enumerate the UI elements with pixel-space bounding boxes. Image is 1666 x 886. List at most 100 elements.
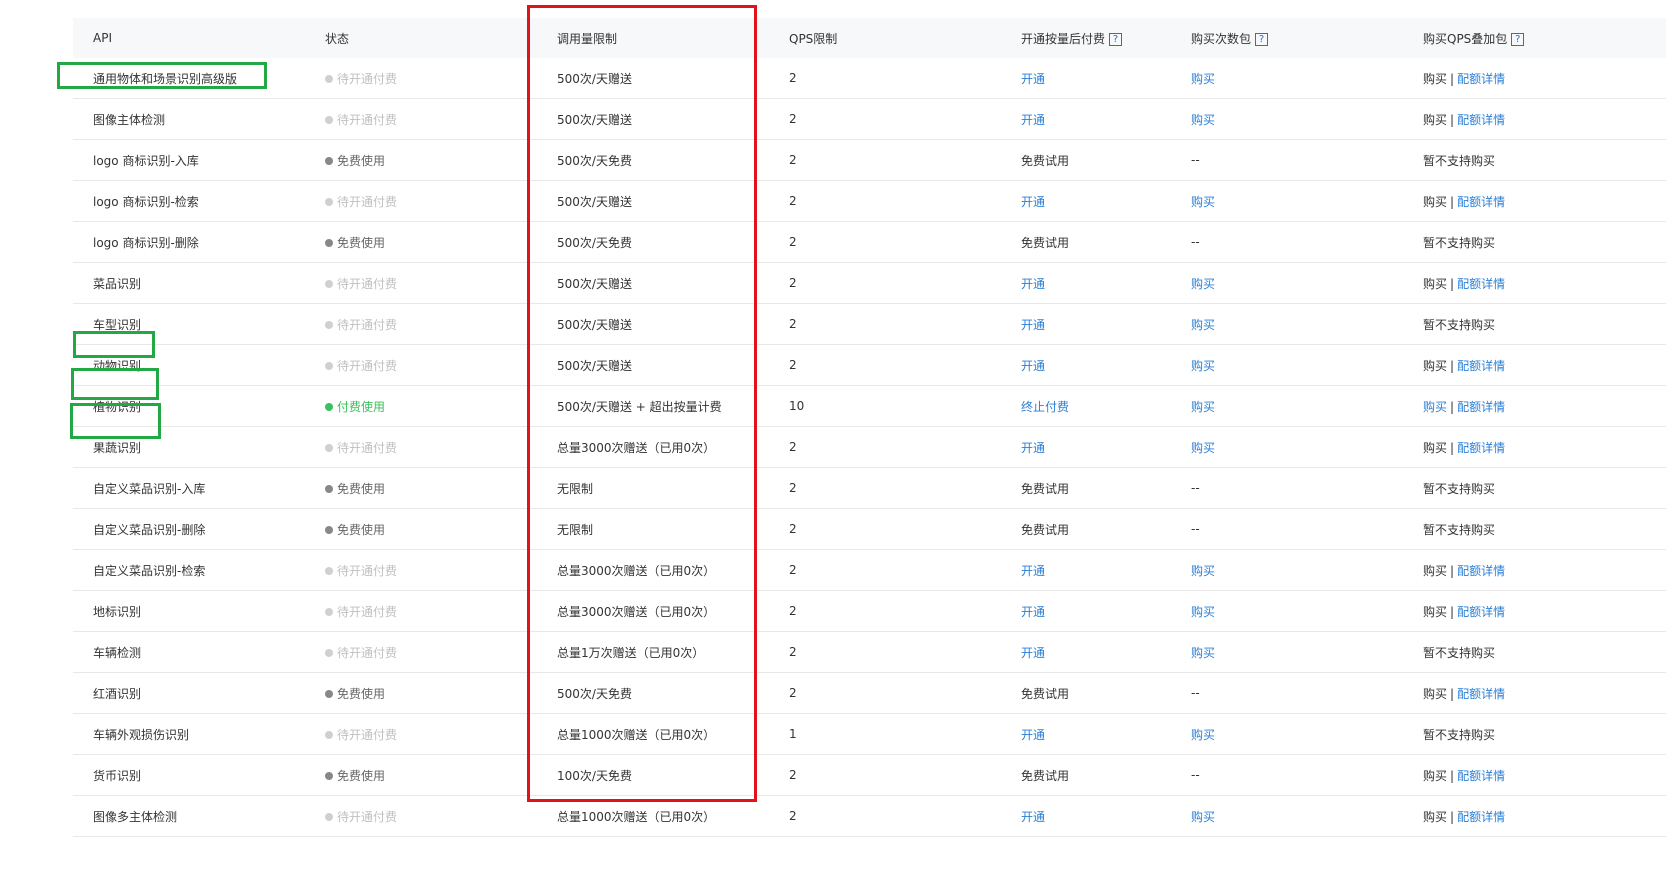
buy-qps-pack-link[interactable]: 购买: [1423, 687, 1447, 701]
postpaid-link[interactable]: 开通: [1001, 180, 1171, 222]
help-icon[interactable]: ?: [1511, 32, 1525, 46]
qps-pack-unsupported: 暂不支持购买: [1423, 522, 1496, 537]
table-row: 车辆外观损伤识别 待开通付费 总量1000次赠送（已用0次） 1 开通 购买 暂不支持购买: [73, 713, 1666, 755]
postpaid-text: 免费试用: [1001, 508, 1171, 550]
table-row: 自定义菜品识别-检索 待开通付费 总量3000次赠送（已用0次） 2 开通 购买 购买 | 配额…: [73, 549, 1666, 591]
buy-qps-pack-link[interactable]: 购买: [1423, 769, 1447, 783]
table-row: 车型识别 待开通付费 500次/天赠送 2 开通 购买 暂不支持购买: [73, 303, 1666, 345]
api-name: 自定义菜品识别-入库: [73, 467, 305, 509]
buy-qps-pack-link[interactable]: 购买: [1423, 113, 1447, 127]
status-badge: 免费使用: [305, 221, 537, 263]
buy-pack-link[interactable]: 购买: [1171, 549, 1403, 591]
quota-detail-link[interactable]: 配额详情: [1457, 810, 1505, 824]
qps-limit: 2: [769, 631, 1001, 673]
qps-limit: 2: [769, 139, 1001, 181]
api-quota-table-wrap: API 状态 调用量限制 QPS限制 开通按量后付费? 购买次数包? 购买QPS…: [73, 18, 1666, 837]
separator: |: [1450, 686, 1455, 701]
buy-qps-pack-link[interactable]: 购买: [1423, 441, 1447, 455]
api-name: 动物识别: [73, 344, 305, 386]
header-qps-pack: 购买QPS叠加包?: [1403, 18, 1666, 58]
postpaid-link[interactable]: 开通: [1001, 262, 1171, 304]
status-text: 待开通付费: [337, 194, 398, 209]
quota-limit: 无限制: [537, 508, 769, 550]
table-row: 通用物体和场景识别高级版 待开通付费 500次/天赠送 2 开通 购买 购买 | 配额详情: [73, 58, 1666, 99]
postpaid-text: 免费试用: [1001, 139, 1171, 181]
buy-qps-pack-link[interactable]: 购买: [1423, 810, 1447, 824]
buy-pack-none: --: [1171, 467, 1403, 509]
buy-pack-link[interactable]: 购买: [1171, 98, 1403, 140]
status-dot-icon: [325, 649, 333, 657]
postpaid-link[interactable]: 开通: [1001, 713, 1171, 755]
buy-pack-link[interactable]: 购买: [1171, 631, 1403, 673]
quota-detail-link[interactable]: 配额详情: [1457, 277, 1505, 291]
postpaid-link[interactable]: 终止付费: [1001, 385, 1171, 427]
buy-qps-pack-link[interactable]: 购买: [1423, 400, 1447, 414]
buy-pack-link[interactable]: 购买: [1171, 385, 1403, 427]
quota-detail-link[interactable]: 配额详情: [1457, 400, 1505, 414]
quota-detail-link[interactable]: 配额详情: [1457, 195, 1505, 209]
buy-qps-pack-link[interactable]: 购买: [1423, 359, 1447, 373]
postpaid-link[interactable]: 开通: [1001, 303, 1171, 345]
quota-detail-link[interactable]: 配额详情: [1457, 113, 1505, 127]
buy-pack-link[interactable]: 购买: [1171, 426, 1403, 468]
quota-detail-link[interactable]: 配额详情: [1457, 441, 1505, 455]
status-badge: 免费使用: [305, 508, 537, 550]
postpaid-link[interactable]: 开通: [1001, 795, 1171, 837]
buy-qps-pack-link[interactable]: 购买: [1423, 195, 1447, 209]
status-dot-icon: [325, 239, 333, 247]
buy-pack-link[interactable]: 购买: [1171, 590, 1403, 632]
postpaid-link[interactable]: 开通: [1001, 426, 1171, 468]
buy-pack-link[interactable]: 购买: [1171, 262, 1403, 304]
buy-pack-none: --: [1171, 221, 1403, 263]
table-row: logo 商标识别-检索 待开通付费 500次/天赠送 2 开通 购买 购买 | 配额详情: [73, 180, 1666, 222]
qps-limit: 2: [769, 590, 1001, 632]
quota-limit: 总量3000次赠送（已用0次）: [537, 590, 769, 632]
api-name: 通用物体和场景识别高级版: [73, 58, 305, 99]
postpaid-link[interactable]: 开通: [1001, 98, 1171, 140]
buy-pack-link[interactable]: 购买: [1171, 58, 1403, 99]
buy-qps-pack-link[interactable]: 购买: [1423, 277, 1447, 291]
qps-limit: 2: [769, 221, 1001, 263]
postpaid-link[interactable]: 开通: [1001, 549, 1171, 591]
buy-pack-none: --: [1171, 139, 1403, 181]
buy-pack-link[interactable]: 购买: [1171, 344, 1403, 386]
postpaid-text: 免费试用: [1001, 754, 1171, 796]
status-text: 待开通付费: [337, 645, 398, 660]
buy-pack-link[interactable]: 购买: [1171, 795, 1403, 837]
quota-detail-link[interactable]: 配额详情: [1457, 359, 1505, 373]
status-badge: 待开通付费: [305, 344, 537, 386]
quota-detail-link[interactable]: 配额详情: [1457, 72, 1505, 86]
postpaid-link[interactable]: 开通: [1001, 58, 1171, 99]
postpaid-text: 免费试用: [1001, 672, 1171, 714]
status-dot-icon: [325, 608, 333, 616]
status-text: 免费使用: [337, 686, 386, 701]
qps-pack-unsupported: 暂不支持购买: [1423, 153, 1496, 168]
help-icon[interactable]: ?: [1109, 32, 1123, 46]
help-icon[interactable]: ?: [1255, 32, 1269, 46]
qps-limit: 1: [769, 713, 1001, 755]
separator: |: [1450, 604, 1455, 619]
api-name: 菜品识别: [73, 262, 305, 304]
buy-qps-pack-link[interactable]: 购买: [1423, 72, 1447, 86]
status-text: 付费使用: [337, 399, 386, 414]
buy-qps-pack-link[interactable]: 购买: [1423, 605, 1447, 619]
status-badge: 待开通付费: [305, 590, 537, 632]
buy-pack-link[interactable]: 购买: [1171, 180, 1403, 222]
status-text: 待开通付费: [337, 440, 398, 455]
quota-limit: 无限制: [537, 467, 769, 509]
quota-detail-link[interactable]: 配额详情: [1457, 769, 1505, 783]
header-postpaid-label: 开通按量后付费: [1021, 31, 1106, 46]
status-text: 待开通付费: [337, 604, 398, 619]
buy-pack-link[interactable]: 购买: [1171, 303, 1403, 345]
quota-limit: 500次/天赠送: [537, 98, 769, 140]
postpaid-link[interactable]: 开通: [1001, 631, 1171, 673]
quota-detail-link[interactable]: 配额详情: [1457, 605, 1505, 619]
quota-detail-link[interactable]: 配额详情: [1457, 687, 1505, 701]
postpaid-link[interactable]: 开通: [1001, 590, 1171, 632]
table-row: logo 商标识别-入库 免费使用 500次/天免费 2 免费试用 -- 暂不支持购买: [73, 139, 1666, 181]
postpaid-link[interactable]: 开通: [1001, 344, 1171, 386]
buy-pack-link[interactable]: 购买: [1171, 713, 1403, 755]
postpaid-text: 免费试用: [1001, 467, 1171, 509]
quota-detail-link[interactable]: 配额详情: [1457, 564, 1505, 578]
buy-qps-pack-link[interactable]: 购买: [1423, 564, 1447, 578]
